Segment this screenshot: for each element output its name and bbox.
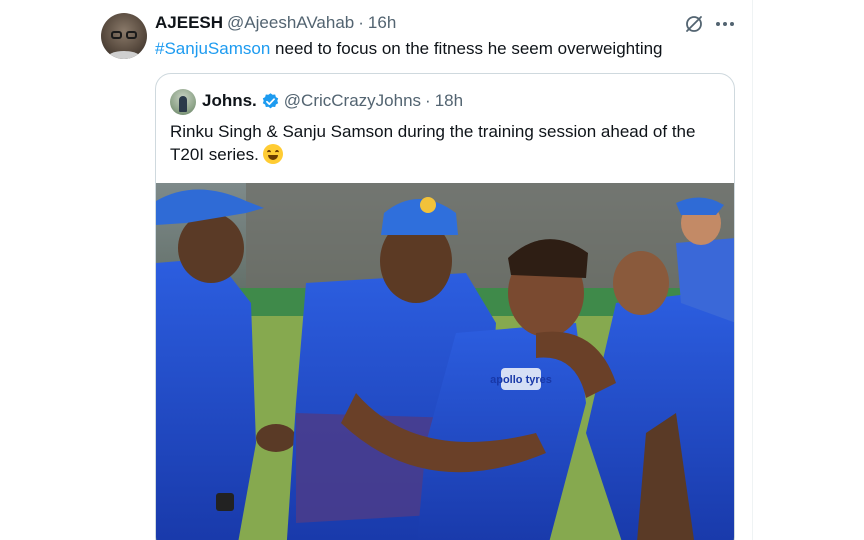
quoted-tweet[interactable]: Johns. @CricCrazyJohns · 18h Rinku Singh… (155, 73, 735, 540)
training-photo: apollo tyres (156, 183, 734, 540)
quoted-tweet-timestamp[interactable]: 18h (435, 91, 463, 111)
tweet-text: #SanjuSamson need to focus on the fitnes… (155, 38, 663, 60)
tweet-card[interactable]: AJEESH @AjeeshAVahab · 16h #SanjuSamson … (0, 0, 752, 540)
quoted-tweet-header: Johns. @CricCrazyJohns · 18h (202, 91, 463, 111)
quoted-tweet-text-body: Rinku Singh & Sanju Samson during the tr… (170, 122, 696, 164)
quoted-header-separator: · (425, 91, 431, 110)
jersey-sponsor-text: apollo tyres (490, 374, 552, 386)
quoted-author-name[interactable]: Johns. (202, 91, 257, 111)
author-name[interactable]: AJEESH (155, 13, 223, 33)
tweet-header: AJEESH @AjeeshAVahab · 16h (155, 13, 396, 33)
author-avatar[interactable] (101, 13, 147, 59)
grinning-face-emoji (262, 144, 283, 164)
tweet-text-body: need to focus on the fitness he seem ove… (275, 39, 663, 58)
grok-icon[interactable] (684, 14, 704, 34)
quoted-tweet-photo[interactable]: apollo tyres (156, 183, 734, 540)
timeline-column-divider (752, 0, 753, 540)
header-separator: · (358, 13, 364, 32)
avatar-glasses (111, 31, 137, 39)
author-handle[interactable]: @AjeeshAVahab (227, 13, 354, 33)
quoted-tweet-text: Rinku Singh & Sanju Samson during the tr… (170, 120, 725, 166)
tweet-timestamp[interactable]: 16h (368, 13, 396, 33)
more-options-icon[interactable] (714, 14, 736, 34)
verified-badge-icon (262, 92, 278, 108)
quoted-author-handle[interactable]: @CricCrazyJohns (284, 91, 421, 111)
quoted-author-avatar[interactable] (170, 89, 196, 115)
hashtag-link[interactable]: #SanjuSamson (155, 39, 270, 58)
